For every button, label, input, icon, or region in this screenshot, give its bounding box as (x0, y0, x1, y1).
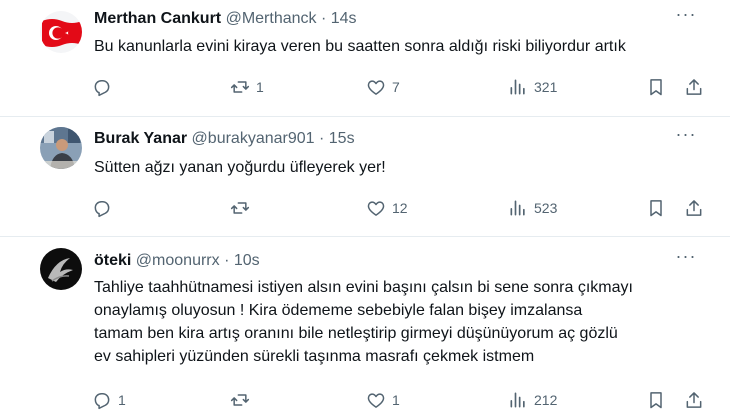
tweet-header: Burak Yanar @burakyanar901 · 15s (94, 128, 355, 150)
retweet-icon (230, 81, 250, 93)
tweet-text: Sütten ağzı yanan yoğurdu üfleyerek yer! (94, 159, 386, 176)
more-icon[interactable]: ··· (675, 247, 697, 272)
like-button[interactable]: 1 (366, 388, 400, 412)
like-icon (367, 80, 385, 95)
views-icon (510, 392, 525, 408)
views-button[interactable]: 523 (508, 196, 557, 220)
reply-button[interactable] (92, 75, 118, 99)
bookmark-button[interactable] (646, 388, 666, 412)
more-icon[interactable]: ··· (675, 125, 697, 150)
author-name[interactable]: Merthan Cankurt (94, 10, 221, 27)
avatar-burak[interactable] (40, 127, 82, 169)
share-button[interactable] (684, 196, 704, 220)
like-button[interactable]: 12 (366, 196, 408, 220)
tweet-actions: 1 7 321 (84, 75, 714, 99)
retweet-button[interactable] (230, 388, 256, 412)
timestamp[interactable]: 15s (329, 130, 355, 147)
reply-icon (94, 201, 110, 218)
tweet-actions: 12 523 (84, 196, 714, 220)
reply-button[interactable] (92, 196, 118, 220)
share-icon (686, 392, 702, 408)
reply-button[interactable]: 1 (92, 388, 126, 412)
tweet-1[interactable]: Merthan Cankurt @Merthanck · 14s ··· Bu … (0, 0, 730, 117)
view-count: 321 (534, 79, 558, 95)
avatar-oteki[interactable] (40, 248, 82, 290)
view-count: 212 (534, 392, 558, 408)
author-name[interactable]: Burak Yanar (94, 130, 187, 147)
share-icon (686, 79, 702, 95)
tweet-header: Merthan Cankurt @Merthanck · 14s (94, 8, 357, 30)
share-button[interactable] (684, 75, 704, 99)
views-button[interactable]: 321 (508, 75, 557, 99)
separator-dot: · (320, 10, 327, 27)
bookmark-icon (650, 79, 662, 96)
author-handle[interactable]: @Merthanck (226, 10, 317, 27)
reply-count: 1 (118, 392, 126, 408)
tweet-header: öteki @moonurrx · 10s (94, 250, 260, 272)
timestamp[interactable]: 10s (234, 252, 260, 269)
dark-abstract-avatar (40, 248, 82, 290)
bookmark-icon (650, 200, 662, 217)
share-icon (686, 200, 702, 216)
tweet-text: Bu kanunlarla evini kiraya veren bu saat… (94, 38, 626, 55)
views-button[interactable]: 212 (508, 388, 557, 412)
views-icon (510, 200, 525, 216)
like-icon (367, 393, 385, 408)
bookmark-icon (650, 392, 662, 409)
separator-dot: · (224, 252, 230, 269)
retweet-count: 1 (256, 79, 264, 95)
tweet-text: Tahliye taahhütnamesi istiyen alsın evin… (94, 276, 704, 368)
like-count: 1 (392, 392, 400, 408)
tweet-text-line: ev sahipleri yüzünden sürekli taşınma ma… (94, 348, 535, 365)
bookmark-button[interactable] (646, 196, 666, 220)
like-count: 12 (392, 200, 408, 216)
retweet-button[interactable]: 1 (230, 75, 264, 99)
like-icon (367, 201, 385, 216)
share-button[interactable] (684, 388, 704, 412)
person-photo-avatar (40, 127, 82, 169)
timestamp[interactable]: 14s (331, 10, 357, 27)
tweet-text-line: Tahliye taahhütnamesi istiyen alsın evin… (94, 279, 633, 296)
turkish-flag-avatar (40, 11, 82, 53)
view-count: 523 (534, 200, 558, 216)
reply-icon (94, 80, 110, 97)
reply-icon (94, 393, 110, 410)
retweet-icon (230, 202, 250, 214)
bookmark-button[interactable] (646, 75, 666, 99)
avatar-merthan[interactable] (40, 11, 82, 53)
author-handle[interactable]: @burakyanar901 (192, 130, 315, 147)
tweet-text-line: onaylamış oluyosun ! Kira ödememe sebebi… (94, 302, 583, 319)
retweet-icon (230, 394, 250, 406)
tweet-text-line: tamam ben kira artış oranını bile netleş… (94, 325, 618, 342)
tweet-actions: 1 1 212 (84, 388, 714, 412)
tweet-feed: Merthan Cankurt @Merthanck · 14s ··· Bu … (0, 0, 730, 420)
more-icon[interactable]: ··· (675, 5, 697, 30)
tweet-3[interactable]: öteki @moonurrx · 10s ··· Tahliye taahhü… (0, 238, 730, 420)
like-button[interactable]: 7 (366, 75, 400, 99)
author-name[interactable]: öteki (94, 252, 131, 269)
views-icon (510, 79, 525, 95)
retweet-button[interactable] (230, 196, 256, 220)
like-count: 7 (392, 79, 400, 95)
tweet-2[interactable]: Burak Yanar @burakyanar901 · 15s ··· Süt… (0, 118, 730, 237)
author-handle[interactable]: @moonurrx (136, 252, 220, 269)
separator-dot: · (318, 130, 325, 147)
